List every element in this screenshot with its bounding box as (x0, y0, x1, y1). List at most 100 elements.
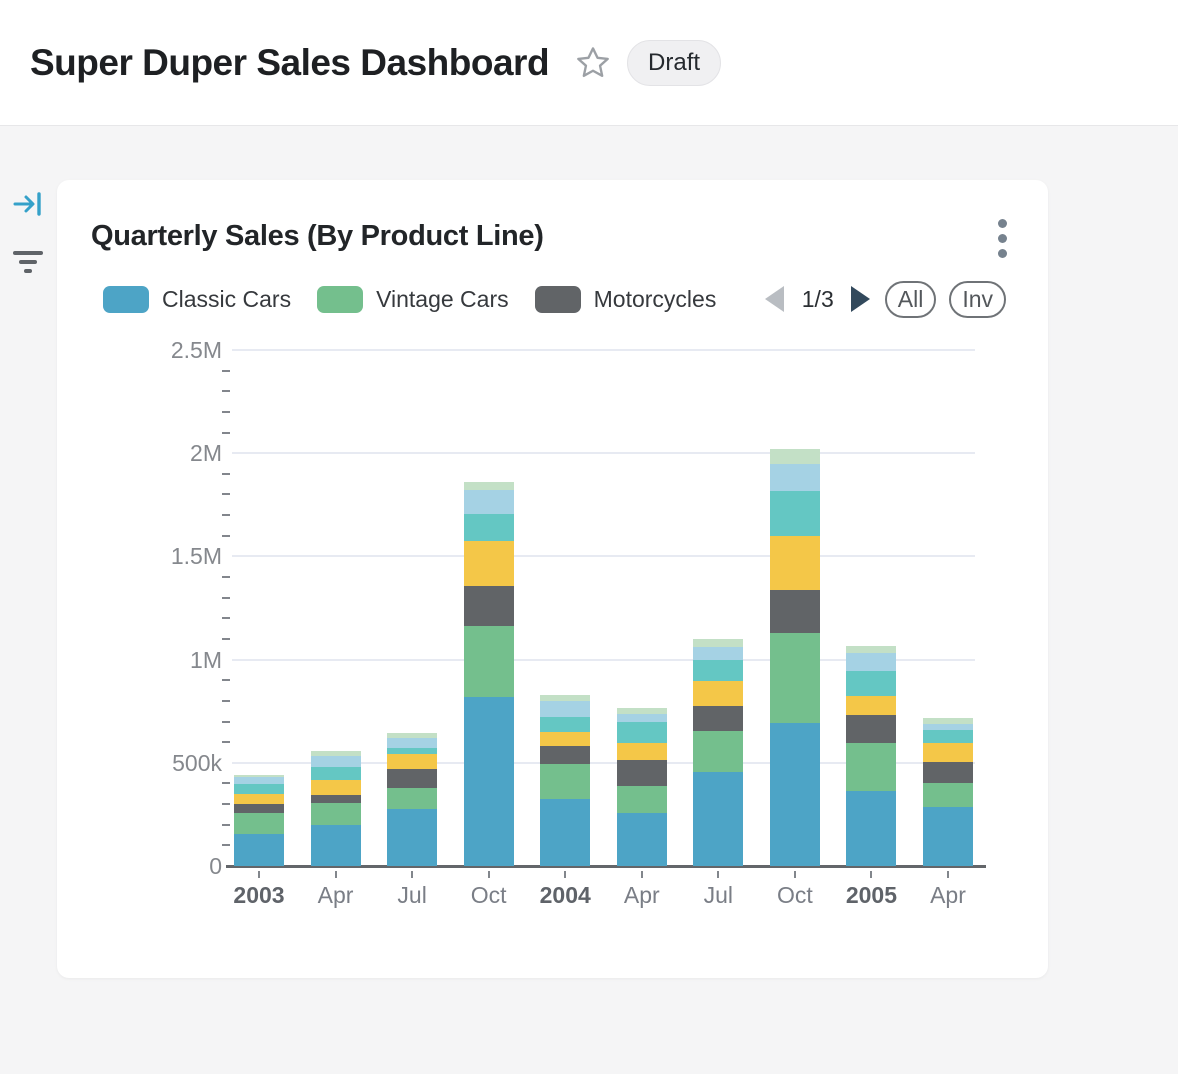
bar-segment[interactable] (846, 696, 896, 715)
bar-segment[interactable] (234, 777, 284, 784)
page-title: Super Duper Sales Dashboard (30, 42, 549, 84)
legend-prev-page-icon[interactable] (764, 286, 786, 312)
bar-segment[interactable] (846, 671, 896, 696)
bar-segment[interactable] (693, 772, 743, 866)
bar-segment[interactable] (923, 807, 973, 866)
select-all-button[interactable]: All (885, 281, 937, 318)
bar-segment[interactable] (234, 775, 284, 777)
bar-segment[interactable] (923, 730, 973, 743)
legend-item-motorcycles[interactable]: Motorcycles (535, 286, 717, 313)
bar-segment[interactable] (846, 791, 896, 866)
legend-page-indicator: 1/3 (802, 286, 834, 313)
bar-segment[interactable] (387, 738, 437, 747)
bar-segment[interactable] (617, 813, 667, 866)
collapse-panel-right-icon[interactable] (10, 186, 46, 222)
bar-segment[interactable] (693, 639, 743, 647)
bar-segment[interactable] (234, 794, 284, 804)
invert-selection-button[interactable]: Inv (949, 281, 1006, 318)
bar-segment[interactable] (311, 803, 361, 825)
bar-segment[interactable] (311, 780, 361, 795)
bar-segment[interactable] (387, 754, 437, 769)
gridline (232, 349, 975, 351)
x-axis-tick (641, 871, 643, 878)
y-axis-minor-tick (222, 721, 230, 723)
filter-icon[interactable] (10, 244, 46, 280)
bar-segment[interactable] (540, 701, 590, 717)
bar-segment[interactable] (234, 834, 284, 866)
bar-segment[interactable] (770, 536, 820, 590)
bar-segment[interactable] (617, 708, 667, 714)
bar-segment[interactable] (234, 784, 284, 794)
bar-segment[interactable] (693, 660, 743, 682)
bar-segment[interactable] (770, 633, 820, 723)
bar-segment[interactable] (770, 723, 820, 866)
bar-segment[interactable] (617, 722, 667, 743)
bar-segment[interactable] (846, 646, 896, 654)
bar-segment[interactable] (693, 681, 743, 706)
bar-segment[interactable] (540, 799, 590, 866)
x-axis-tick (335, 871, 337, 878)
bar-segment[interactable] (311, 825, 361, 866)
bar-segment[interactable] (464, 541, 514, 587)
bar-segment[interactable] (387, 769, 437, 787)
side-rail (0, 126, 57, 1074)
y-axis-minor-tick (222, 597, 230, 599)
legend-row: Classic CarsVintage CarsMotorcycles 1/3 … (57, 278, 1048, 320)
x-axis-tick (258, 871, 260, 878)
bar-segment[interactable] (540, 717, 590, 732)
bar-segment[interactable] (311, 767, 361, 780)
bar-segment[interactable] (770, 449, 820, 464)
x-axis-tick (564, 871, 566, 878)
bar-segment[interactable] (311, 756, 361, 767)
bar-segment[interactable] (617, 760, 667, 786)
bar-segment[interactable] (693, 647, 743, 660)
bar-segment[interactable] (464, 697, 514, 866)
kebab-menu-icon[interactable] (984, 216, 1020, 260)
bar-segment[interactable] (693, 731, 743, 772)
bar-segment[interactable] (387, 788, 437, 810)
x-axis-tick (488, 871, 490, 878)
bar-segment[interactable] (234, 813, 284, 835)
bar-segment[interactable] (617, 786, 667, 813)
legend-next-page-icon[interactable] (850, 286, 872, 312)
bar-segment[interactable] (617, 743, 667, 760)
bar-segment[interactable] (923, 783, 973, 806)
gridline (232, 555, 975, 557)
bar-segment[interactable] (846, 653, 896, 671)
bar-segment[interactable] (311, 795, 361, 803)
y-axis-minor-tick (222, 411, 230, 413)
legend-item-classic-cars[interactable]: Classic Cars (103, 286, 291, 313)
bar-segment[interactable] (540, 732, 590, 746)
bar-segment[interactable] (464, 514, 514, 541)
status-badge: Draft (627, 40, 721, 86)
bar-segment[interactable] (770, 590, 820, 633)
bar-segment[interactable] (540, 746, 590, 764)
legend-swatch (317, 286, 363, 313)
bar-segment[interactable] (846, 715, 896, 742)
legend-item-vintage-cars[interactable]: Vintage Cars (317, 286, 509, 313)
bar-segment[interactable] (770, 464, 820, 491)
bar-segment[interactable] (693, 706, 743, 731)
bar-segment[interactable] (923, 724, 973, 730)
legend: Classic Cars Vintage Cars Motorcycles (103, 286, 716, 313)
bar-segment[interactable] (923, 743, 973, 761)
bar-segment[interactable] (617, 714, 667, 721)
bar-segment[interactable] (540, 764, 590, 798)
bar-segment[interactable] (923, 762, 973, 784)
bar-segment[interactable] (387, 733, 437, 738)
bar-segment[interactable] (464, 490, 514, 514)
bar-segment[interactable] (464, 626, 514, 697)
bar-segment[interactable] (464, 482, 514, 491)
bar-segment[interactable] (311, 751, 361, 756)
y-axis-minor-tick (222, 535, 230, 537)
bar-segment[interactable] (387, 809, 437, 866)
bar-segment[interactable] (770, 491, 820, 537)
y-axis-tick-label: 500k (122, 750, 222, 777)
bar-segment[interactable] (387, 748, 437, 755)
bar-segment[interactable] (923, 718, 973, 724)
bar-segment[interactable] (234, 804, 284, 812)
bar-segment[interactable] (846, 743, 896, 791)
bar-segment[interactable] (540, 695, 590, 701)
bar-segment[interactable] (464, 586, 514, 626)
favorite-star-icon[interactable] (573, 43, 613, 83)
